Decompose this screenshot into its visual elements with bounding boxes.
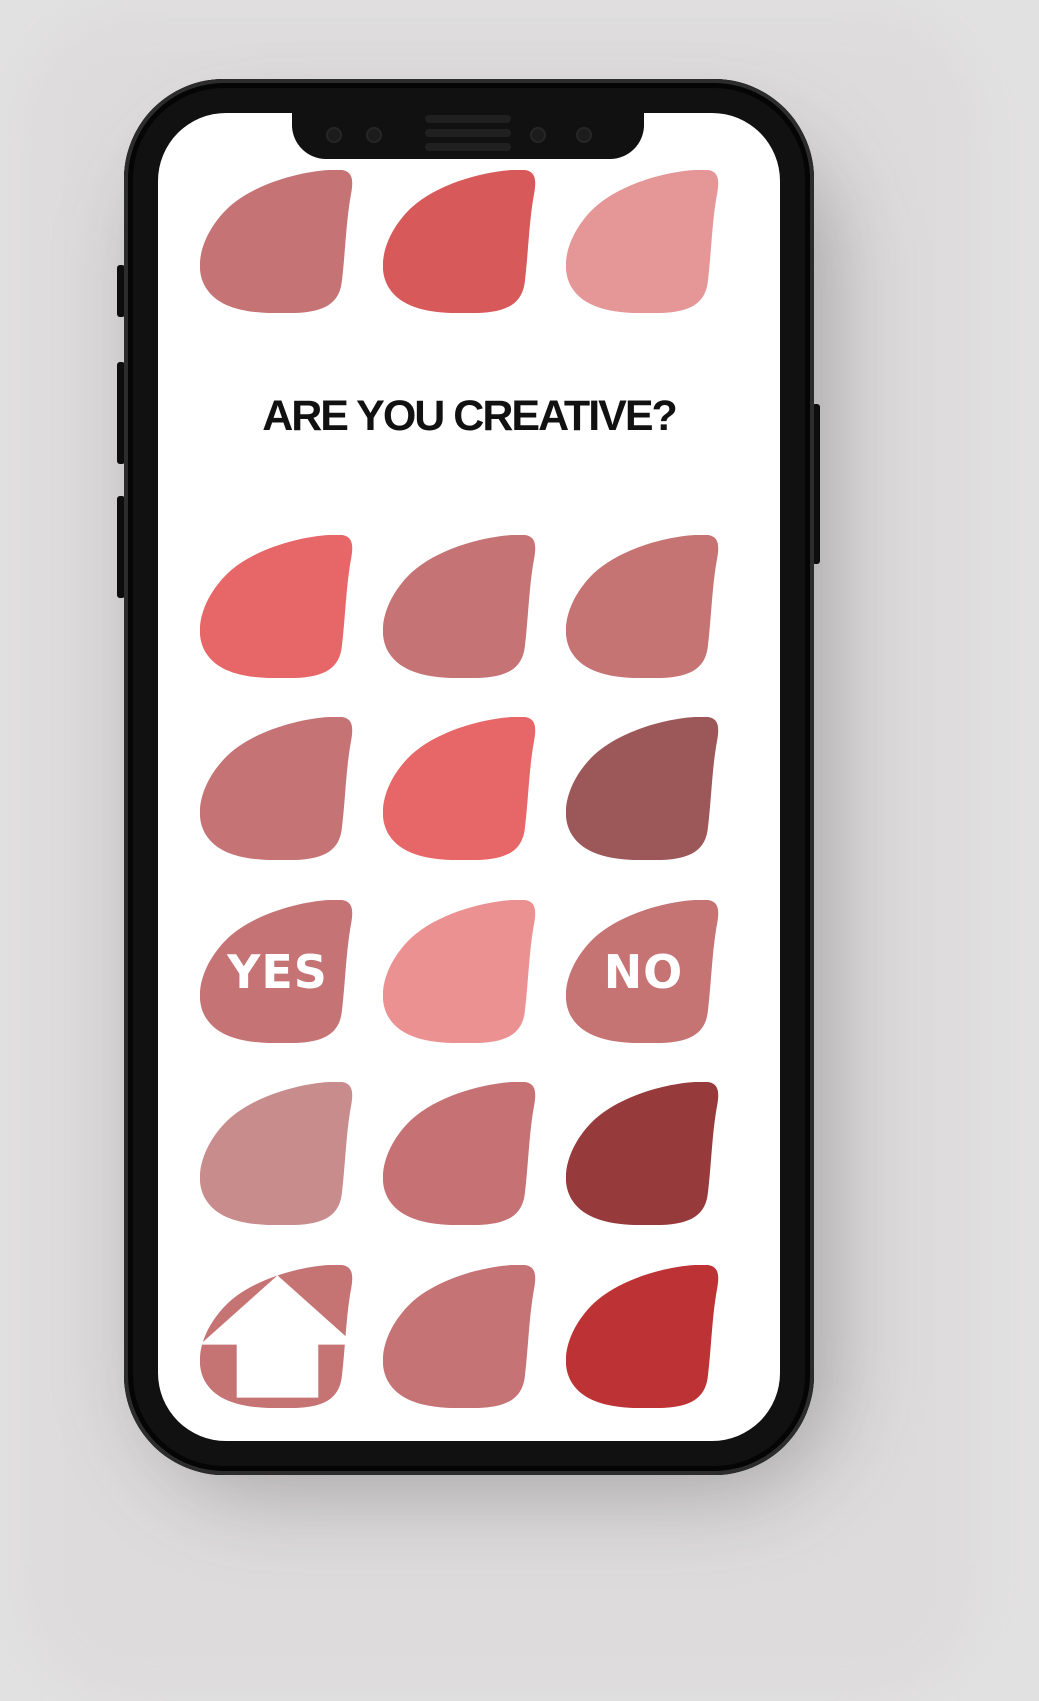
- speaker-grille: [425, 115, 511, 123]
- blob-shape: [383, 717, 536, 860]
- blob-shape-icon: [383, 900, 536, 1043]
- home-arrow-icon: [200, 1275, 355, 1398]
- blob-shape: [566, 1082, 719, 1225]
- color-blob[interactable]: [200, 717, 355, 860]
- blob-shape-icon: [566, 717, 719, 860]
- color-blob[interactable]: [383, 1265, 538, 1408]
- color-blob[interactable]: [200, 1082, 355, 1225]
- color-blob[interactable]: [566, 535, 721, 678]
- speaker-grille: [425, 129, 511, 137]
- blob-shape-icon: [200, 535, 353, 678]
- blob-shape-icon: [383, 717, 536, 860]
- phone-notch: [292, 107, 644, 159]
- blob-shape-icon: [383, 535, 536, 678]
- blob-shape: [383, 900, 536, 1043]
- home-button[interactable]: [200, 1265, 355, 1408]
- sensor-dot: [530, 127, 546, 143]
- blob-shape: [566, 170, 719, 313]
- blob-shape-icon: [383, 170, 536, 313]
- color-blob[interactable]: [383, 717, 538, 860]
- yes-button-label: YES: [227, 944, 328, 999]
- blob-shape-icon: [566, 1265, 719, 1408]
- no-button[interactable]: NO: [566, 900, 721, 1043]
- front-camera-dot: [576, 127, 592, 143]
- blob-shape: [383, 170, 536, 313]
- question-title: ARE YOU CREATIVE?: [262, 392, 678, 440]
- color-blob[interactable]: [383, 900, 538, 1043]
- blob-shape: [200, 535, 353, 678]
- color-blob[interactable]: [566, 170, 721, 313]
- blob-shape-icon: [566, 535, 719, 678]
- speaker-grille: [425, 143, 511, 151]
- camera-dot: [366, 127, 382, 143]
- blob-shape: [200, 170, 353, 313]
- blob-shape: [566, 717, 719, 860]
- blob-shape: [200, 717, 353, 860]
- yes-button[interactable]: YES: [200, 900, 355, 1043]
- blob-shape-icon: [566, 1082, 719, 1225]
- color-blob[interactable]: [566, 1082, 721, 1225]
- blob-shape: [383, 1082, 536, 1225]
- blob-shape: [383, 535, 536, 678]
- color-blob[interactable]: [383, 170, 538, 313]
- no-button-label: NO: [603, 944, 684, 999]
- blob-shape-icon: [566, 170, 719, 313]
- blob-shape-icon: [200, 170, 353, 313]
- color-blob[interactable]: [383, 1082, 538, 1225]
- color-blob[interactable]: [566, 717, 721, 860]
- sensor-dot: [326, 127, 342, 143]
- blob-shape-icon: [383, 1082, 536, 1225]
- blob-shape-icon: [200, 1082, 353, 1225]
- blob-shape-icon: [200, 717, 353, 860]
- blob-shape: [200, 1082, 353, 1225]
- color-blob[interactable]: [566, 1265, 721, 1408]
- blob-shape: [566, 535, 719, 678]
- blob-shape: [566, 1265, 719, 1408]
- blob-shape-icon: [383, 1265, 536, 1408]
- color-blob[interactable]: [200, 170, 355, 313]
- color-blob[interactable]: [200, 535, 355, 678]
- color-blob[interactable]: [383, 535, 538, 678]
- blob-shape: [383, 1265, 536, 1408]
